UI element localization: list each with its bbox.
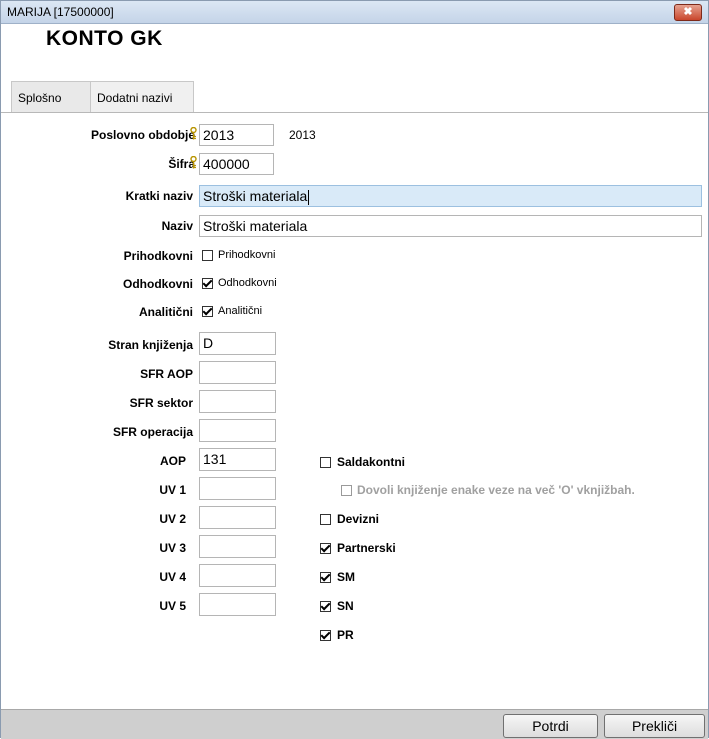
kratki-naziv-label: Kratki naziv xyxy=(125,189,193,203)
odhodkovni-label: Odhodkovni xyxy=(123,277,193,291)
prihodkovni-label: Prihodkovni xyxy=(123,249,193,263)
prihodkovni-checkbox[interactable] xyxy=(202,250,213,261)
key-icon xyxy=(190,156,197,169)
stran-knjizenja-input[interactable]: D xyxy=(199,332,276,355)
aop-label: AOP xyxy=(159,454,186,468)
form-panel: Poslovno obdobje 2013 2013 Šifra 400000 … xyxy=(1,113,708,709)
sfr-sektor-input[interactable] xyxy=(199,390,276,413)
key-icon xyxy=(190,127,197,140)
uv2-input[interactable] xyxy=(199,506,276,529)
text-caret xyxy=(308,189,310,205)
uv5-label: UV 5 xyxy=(159,599,186,613)
tab-dodatni-nazivi-label: Dodatni nazivi xyxy=(97,91,173,105)
saldakontni-label: Saldakontni xyxy=(337,455,406,469)
sfr-operacija-label: SFR operacija xyxy=(112,425,193,439)
poslovno-obdobje-label: Poslovno obdobje xyxy=(91,128,195,142)
close-icon: ✖ xyxy=(683,6,693,18)
pr-label: PR xyxy=(337,628,354,642)
uv1-label: UV 1 xyxy=(159,483,186,497)
analiticni-checkbox-label: Analitični xyxy=(218,305,263,317)
naziv-input[interactable]: Stroški materiala xyxy=(199,215,702,237)
aop-input[interactable]: 131 xyxy=(199,448,276,471)
uv4-input[interactable] xyxy=(199,564,276,587)
potrdi-button[interactable]: Potrdi xyxy=(503,714,598,738)
uv2-label: UV 2 xyxy=(159,512,186,526)
dovoli-label: Dovoli knjiženje enake veze na več 'O' v… xyxy=(357,483,635,497)
uv4-label: UV 4 xyxy=(159,570,186,584)
kratki-naziv-input[interactable]: Stroški materiala xyxy=(199,185,702,207)
dialog-window: MARIJA [17500000] ✖ KONTO GK Splošno Dod… xyxy=(0,0,709,739)
analiticni-label: Analitični xyxy=(138,305,193,319)
page-title: KONTO GK xyxy=(46,27,163,50)
sm-checkbox[interactable] xyxy=(320,572,331,583)
uv3-label: UV 3 xyxy=(159,541,186,555)
tab-splosno-label: Splošno xyxy=(18,91,62,105)
prihodkovni-checkbox-label: Prihodkovni xyxy=(218,249,276,261)
sifra-input[interactable]: 400000 xyxy=(199,153,274,175)
devizni-checkbox[interactable] xyxy=(320,514,331,525)
poslovno-obdobje-extra: 2013 xyxy=(289,128,316,142)
dovoli-checkbox[interactable] xyxy=(341,485,352,496)
sfr-sektor-label: SFR sektor xyxy=(129,396,193,410)
naziv-label: Naziv xyxy=(161,219,193,233)
odhodkovni-checkbox-label: Odhodkovni xyxy=(218,277,277,289)
window-title: MARIJA [17500000] xyxy=(7,5,114,19)
tab-splosno[interactable]: Splošno xyxy=(11,81,91,112)
sifra-label: Šifra xyxy=(168,157,195,171)
tab-dodatni-nazivi[interactable]: Dodatni nazivi xyxy=(90,81,194,112)
sfr-aop-label: SFR AOP xyxy=(140,367,193,381)
sn-label: SN xyxy=(337,599,354,613)
analiticni-checkbox[interactable] xyxy=(202,306,213,317)
sm-label: SM xyxy=(337,570,355,584)
poslovno-obdobje-input[interactable]: 2013 xyxy=(199,124,274,146)
preklici-button[interactable]: Prekliči xyxy=(604,714,705,738)
button-bar: Potrdi Prekliči xyxy=(1,709,708,739)
sfr-aop-input[interactable] xyxy=(199,361,276,384)
sfr-operacija-input[interactable] xyxy=(199,419,276,442)
partnerski-checkbox[interactable] xyxy=(320,543,331,554)
title-bar: MARIJA [17500000] ✖ xyxy=(1,1,708,24)
uv3-input[interactable] xyxy=(199,535,276,558)
devizni-label: Devizni xyxy=(337,512,380,526)
pr-checkbox[interactable] xyxy=(320,630,331,641)
kratki-naziv-value: Stroški materiala xyxy=(203,188,308,204)
odhodkovni-checkbox[interactable] xyxy=(202,278,213,289)
stran-knjizenja-label: Stran knjiženja xyxy=(108,338,193,352)
close-button[interactable]: ✖ xyxy=(674,4,702,21)
tab-bar: Splošno Dodatni nazivi xyxy=(1,81,708,113)
sn-checkbox[interactable] xyxy=(320,601,331,612)
uv5-input[interactable] xyxy=(199,593,276,616)
uv1-input[interactable] xyxy=(199,477,276,500)
partnerski-label: Partnerski xyxy=(337,541,396,555)
saldakontni-checkbox[interactable] xyxy=(320,457,331,468)
